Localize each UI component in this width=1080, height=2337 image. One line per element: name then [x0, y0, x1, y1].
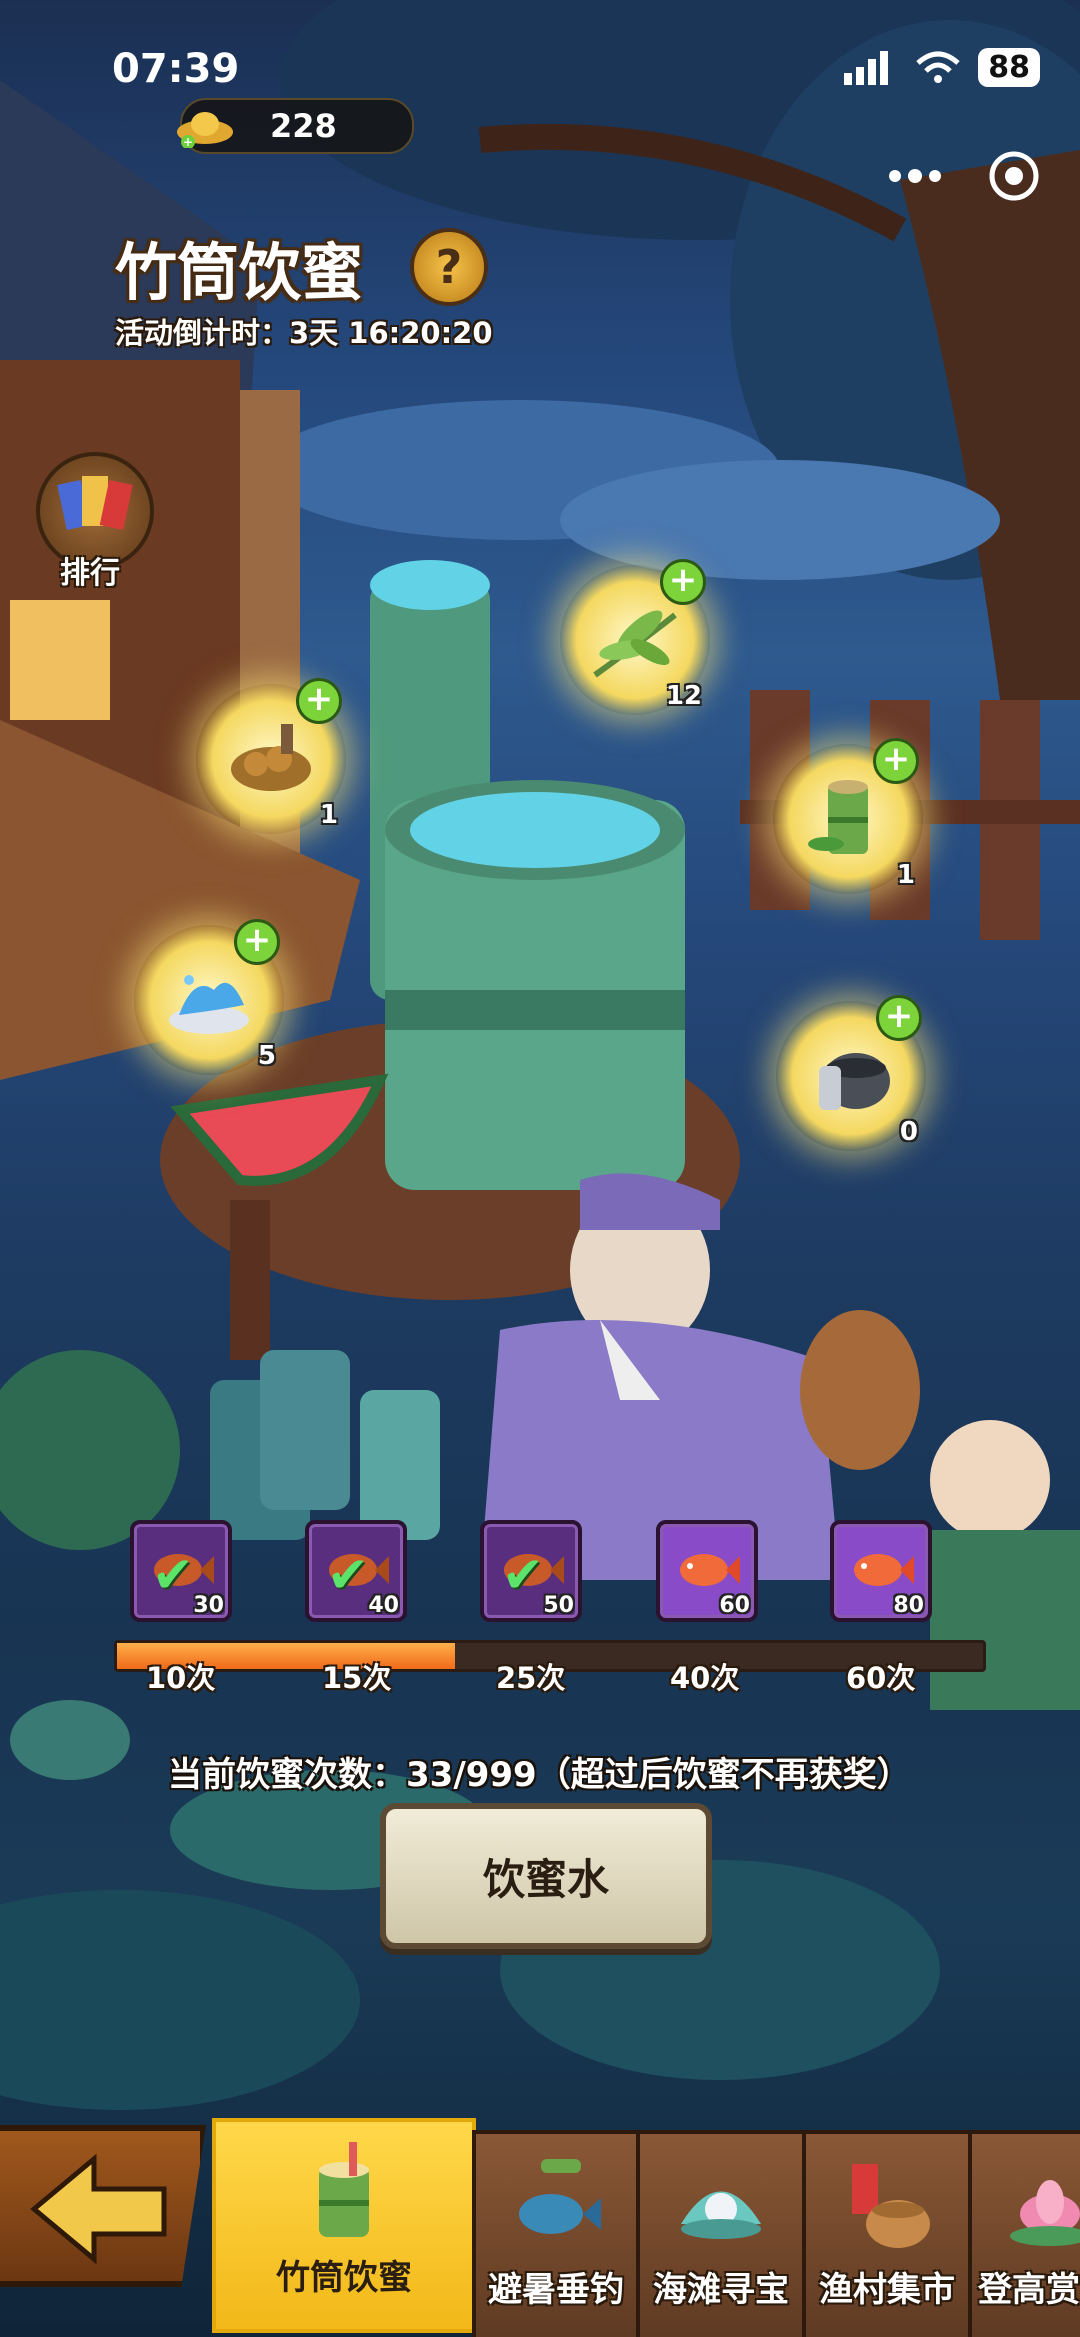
mushroom-nuts-icon — [231, 724, 311, 791]
check-icon: ✔ — [502, 1546, 544, 1604]
back-arrow-icon — [30, 2153, 167, 2265]
svg-text:+: + — [183, 135, 193, 148]
status-icons: 88 — [844, 48, 1040, 87]
currency-display[interactable]: + 228 — [177, 98, 414, 154]
check-icon: ✔ — [327, 1546, 369, 1604]
reward-box[interactable]: ✔ 30 — [130, 1520, 232, 1622]
reward-box[interactable]: ✔ 40 — [305, 1520, 407, 1622]
back-button[interactable] — [0, 2125, 206, 2287]
reward-box[interactable]: 60 — [656, 1520, 758, 1622]
ingredient-count: 12 — [665, 681, 702, 711]
tab-beach-treasure[interactable]: 海滩寻宝 — [636, 2130, 806, 2337]
pearl-shell-icon — [681, 2191, 761, 2239]
ingredient-count: 1 — [319, 800, 338, 830]
milestone-label: 60次 — [846, 1661, 916, 1695]
lotus-icon — [1010, 2180, 1080, 2246]
ranking-label: 排行 — [60, 556, 120, 591]
drink-honey-button[interactable]: 饮蜜水 — [380, 1803, 712, 1949]
status-time: 07:39 — [112, 46, 240, 92]
page-title: 竹筒饮蜜 — [115, 236, 364, 309]
check-icon: ✔ — [152, 1546, 194, 1604]
tab-label: 登高赏 — [978, 2270, 1080, 2310]
market-basket-icon — [852, 2164, 930, 2248]
ingredient-water-splash[interactable]: + 5 — [134, 919, 284, 1075]
ingredient-bamboo-leaf[interactable]: + 12 — [560, 559, 710, 715]
tab-summer-fishing[interactable]: 避暑垂钓 — [472, 2130, 640, 2337]
ingredient-count: 5 — [257, 1041, 276, 1071]
reward-count: 30 — [193, 1593, 224, 1618]
milestone-label: 10次 — [146, 1661, 216, 1695]
bamboo-tube-icon — [808, 780, 868, 854]
reward-box[interactable]: ✔ 50 — [480, 1520, 582, 1622]
event-countdown: 活动倒计时：3天 16:20:20 — [115, 316, 493, 350]
currency-amount: 228 — [270, 107, 337, 145]
battery-level: 88 — [978, 48, 1040, 87]
ingredient-mortar-pestle[interactable]: + 0 — [776, 995, 926, 1151]
drink-count-status: 当前饮蜜次数：33/999（超过后饮蜜不再获奖） — [168, 1755, 911, 1795]
add-icon[interactable]: + — [234, 919, 280, 965]
mini-program-menu — [888, 150, 1040, 202]
add-icon[interactable]: + — [296, 678, 342, 724]
gold-ingot-icon: + — [177, 112, 233, 148]
bamboo-cup-icon — [319, 2142, 369, 2237]
reward-count: 80 — [893, 1593, 924, 1618]
fish-icon — [854, 1554, 914, 1586]
signal-bars-icon — [844, 50, 889, 85]
tab-fishing-village-market[interactable]: 渔村集市 — [802, 2130, 972, 2337]
ingredient-mushroom-nuts[interactable]: + 1 — [196, 678, 346, 834]
tab-climb-view[interactable]: 登高赏 — [968, 2130, 1080, 2337]
add-icon[interactable]: + — [873, 738, 919, 784]
reward-count: 40 — [368, 1593, 399, 1618]
ingredient-count: 0 — [899, 1117, 918, 1147]
mortar-pestle-icon — [819, 1053, 890, 1110]
add-icon[interactable]: + — [876, 995, 922, 1041]
tab-label: 避暑垂钓 — [488, 2270, 624, 2310]
reward-count: 60 — [719, 1593, 750, 1618]
milestone-label: 40次 — [670, 1661, 740, 1695]
add-icon[interactable]: + — [660, 559, 706, 605]
bamboo-leaf-icon — [593, 610, 677, 678]
more-dots-icon[interactable] — [888, 169, 942, 183]
milestone-label: 15次 — [322, 1661, 392, 1695]
ingredient-count: 1 — [896, 860, 915, 890]
fish-icon — [680, 1554, 740, 1586]
reward-count: 50 — [543, 1593, 574, 1618]
milestone-label: 25次 — [496, 1661, 566, 1695]
fish-rod-icon — [519, 2159, 601, 2234]
tab-label: 竹筒饮蜜 — [276, 2258, 412, 2298]
ingredient-bamboo-tube[interactable]: + 1 — [773, 738, 923, 894]
target-circle-icon[interactable] — [988, 150, 1040, 202]
question-mark-icon[interactable]: ? — [410, 228, 488, 306]
game-scene: 07:39 88 + 228 竹筒饮蜜 ? 活动倒计时：3天 16:20:20 … — [0, 0, 1080, 2337]
tab-label: 渔村集市 — [819, 2270, 955, 2310]
water-splash-icon — [169, 975, 249, 1034]
tab-label: 海滩寻宝 — [653, 2270, 789, 2310]
reward-box[interactable]: 80 — [830, 1520, 932, 1622]
wifi-icon — [916, 51, 960, 83]
tab-bamboo-honey[interactable]: 竹筒饮蜜 — [212, 2118, 476, 2333]
